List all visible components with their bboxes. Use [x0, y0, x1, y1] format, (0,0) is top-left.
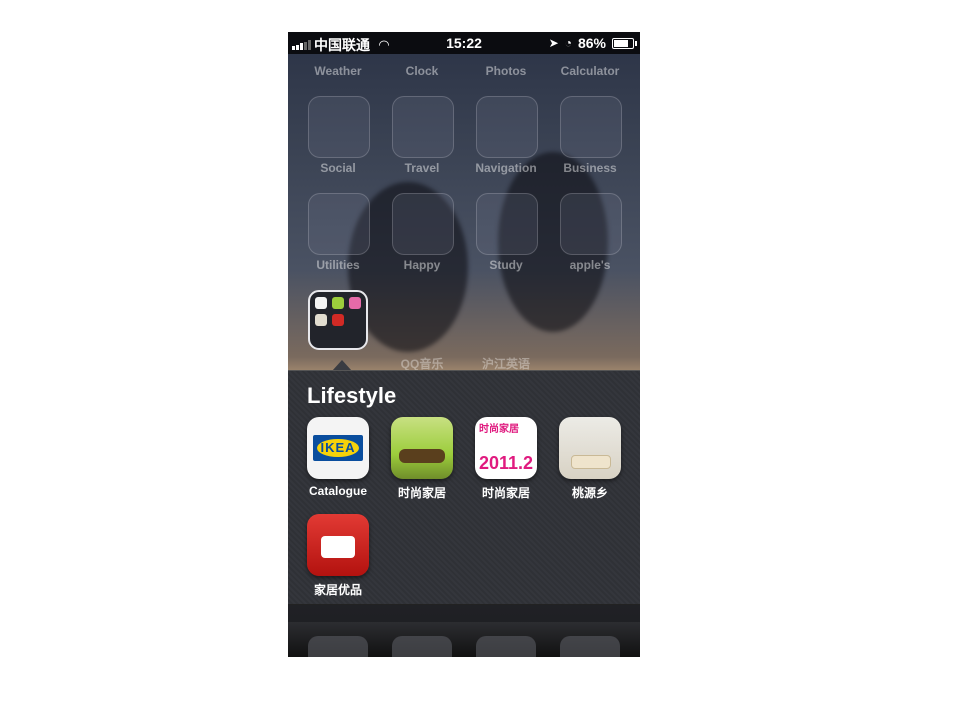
folder-study[interactable] — [476, 193, 538, 255]
app-label-photos[interactable]: Photos — [464, 64, 548, 78]
battery-percent: 86% — [577, 35, 606, 51]
red-sofa-icon — [307, 514, 369, 576]
folder-label-travel: Travel — [404, 161, 440, 175]
folder-social[interactable] — [308, 96, 370, 158]
folder-label-business: Business — [563, 161, 617, 175]
mini-green-icon — [332, 297, 344, 309]
dock — [288, 622, 640, 657]
folder-travel[interactable] — [392, 96, 454, 158]
app-label-calculator[interactable]: Calculator — [548, 64, 632, 78]
dock-app[interactable] — [392, 636, 452, 657]
app-label-clock[interactable]: Clock — [380, 64, 464, 78]
dock-app[interactable] — [560, 636, 620, 657]
app-taoyuanxiang[interactable]: 桃源乡 — [548, 417, 632, 501]
mini-ikea-icon — [315, 297, 327, 309]
location-icon: ➤ — [548, 36, 559, 50]
app-label: 桃源乡 — [571, 486, 608, 500]
app-shishang-jiaju-1[interactable]: 时尚家居 — [380, 417, 464, 501]
folder-business[interactable] — [560, 96, 622, 158]
folder-label-social: Social — [320, 161, 356, 175]
green-room-icon — [391, 417, 453, 479]
folder-label-utilities: Utilities — [316, 258, 360, 272]
app-shishang-jiaju-2[interactable]: 时尚家居 2011.2 时尚家居 — [464, 417, 548, 501]
living-room-icon — [559, 417, 621, 479]
magazine-icon: 时尚家居 2011.2 — [475, 417, 537, 479]
mini-living-room-icon — [315, 314, 327, 326]
phone-screen: 中国联通 ◠ 15:22 ➤ ◔ 86% Weather Clock Photo… — [288, 32, 640, 657]
folder-title[interactable]: Lifestyle — [307, 383, 396, 409]
folder-utilities[interactable] — [308, 193, 370, 255]
folder-label-study: Study — [489, 258, 523, 272]
ikea-icon: IKEA — [307, 417, 369, 479]
dock-app[interactable] — [308, 636, 368, 657]
folder-label-navigation: Navigation — [475, 161, 537, 175]
app-catalogue[interactable]: IKEA Catalogue — [296, 417, 380, 498]
battery-icon — [612, 37, 637, 49]
app-label: 家居优品 — [313, 583, 362, 597]
mini-magazine-icon — [349, 297, 361, 309]
magazine-issue: 2011.2 — [479, 453, 534, 473]
mini-red-sofa-icon — [332, 314, 344, 326]
status-bar: 中国联通 ◠ 15:22 ➤ ◔ 86% — [288, 32, 640, 54]
folder-navigation[interactable] — [476, 96, 538, 158]
app-jiaju-youpin[interactable]: 家居优品 — [296, 514, 380, 598]
folder-apples[interactable] — [560, 193, 622, 255]
app-label: Catalogue — [308, 484, 367, 498]
folder-label-happy: Happy — [403, 258, 441, 272]
folder-happy[interactable] — [392, 193, 454, 255]
folder-label-apples: apple's — [569, 258, 611, 272]
lifestyle-folder-icon[interactable] — [308, 290, 368, 350]
folder-panel: Lifestyle IKEA Catalogue 时尚家居 时尚家居 2011.… — [288, 370, 640, 605]
app-label: 时尚家居 — [481, 486, 530, 500]
clock-icon: ◔ — [564, 36, 572, 50]
folder-label-weather[interactable]: Weather — [296, 64, 380, 78]
magazine-title: 时尚家居 — [479, 424, 519, 435]
app-label: 时尚家居 — [397, 486, 446, 500]
ikea-logo-text: IKEA — [320, 440, 356, 455]
dock-app[interactable] — [476, 636, 536, 657]
